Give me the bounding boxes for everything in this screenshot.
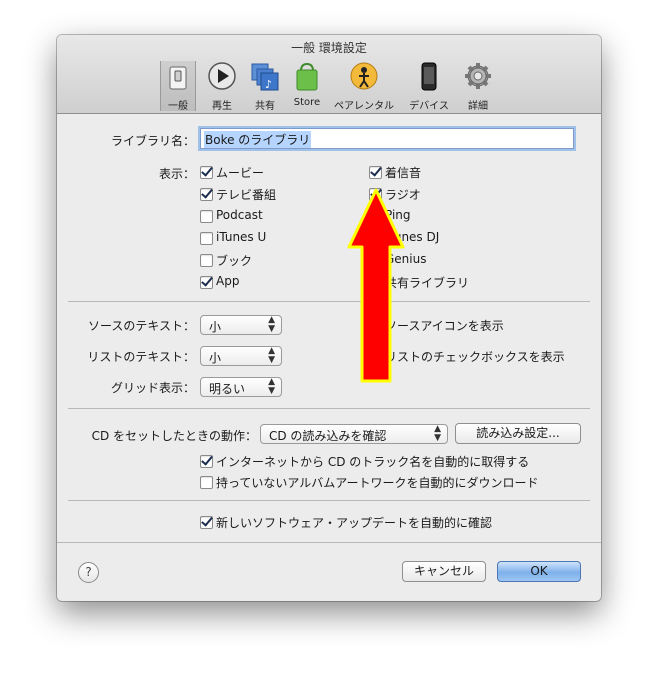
checkbox-download-artwork[interactable] [200,476,213,489]
list-text-popup[interactable]: 小 ▲ ▼ [200,346,282,366]
show-list-checkboxes-label: リストのチェックボックスを表示 [385,350,565,364]
checkbox-get-track-names[interactable] [200,455,213,468]
library-name-input[interactable]: Boke のライブラリ [200,128,574,149]
grid-view-popup[interactable]: 明るい ▲ ▼ [200,377,282,397]
checkbox-tv-shows[interactable] [200,188,213,201]
checkbox-movies[interactable] [200,166,213,179]
cd-insert-label: CD をセットしたときの動作： [91,429,257,443]
grid-view-label: グリッド表示： [110,381,195,395]
check-updates-label: 新しいソフトウェア・アップデートを自動的に確認 [216,516,493,530]
tab-devices[interactable]: デバイス [405,61,453,112]
checkbox-check-updates[interactable] [200,516,213,529]
tab-sharing[interactable]: ♪ 共有 [246,61,284,112]
show-label: 表示： [158,167,195,181]
checkbox-radio-label: ラジオ [385,188,421,202]
get-track-names-label: インターネットから CD のトラック名を自動的に取得する [216,455,530,469]
separator [68,301,590,302]
source-text-value: 小 [209,320,222,334]
device-icon [421,62,437,91]
parental-icon [350,62,378,90]
checkbox-ping[interactable] [369,210,382,223]
play-icon [208,62,236,90]
grid-view-value: 明るい [209,382,246,396]
tab-sharing-label: 共有 [255,101,275,112]
ok-button[interactable]: OK [497,561,581,582]
checkbox-shared-libraries-label: 共有ライブラリ [385,276,470,290]
checkbox-podcast-label: Podcast [216,208,263,222]
checkbox-tv-shows-label: テレビ番組 [216,188,277,202]
source-text-popup[interactable]: 小 ▲ ▼ [200,315,282,335]
checkbox-itunes-u[interactable] [200,232,213,245]
checkbox-podcast[interactable] [200,210,213,223]
cd-insert-popup[interactable]: CD の読み込みを確認 ▲ ▼ [260,424,448,444]
checkbox-apps[interactable] [200,276,213,289]
checkbox-radio[interactable] [369,188,382,201]
window-title: 一般 環境設定 [291,41,367,55]
help-button[interactable]: ? [78,562,99,583]
preferences-window: 一般 環境設定 一般 再生 ♪ 共有 Store ペアレンタル デバイス 詳細 … [57,35,601,601]
library-name-value: Boke のライブラリ [204,131,312,148]
checkbox-ringtones[interactable] [369,166,382,179]
updown-arrows-icon: ▲ ▼ [268,346,275,365]
checkbox-apps-label: App [216,274,240,288]
checkbox-itunes-dj[interactable] [369,232,382,245]
tab-general[interactable]: 一般 [160,61,196,112]
library-name-label: ライブラリ名： [110,134,195,148]
tab-devices-label: デバイス [409,101,449,112]
tab-store[interactable]: Store [288,61,326,111]
tab-playback-label: 再生 [212,101,232,112]
gear-icon [465,63,491,89]
separator [68,408,590,409]
cd-insert-value: CD の読み込みを確認 [269,429,387,443]
checkbox-movies-label: ムービー [216,166,265,180]
store-bag-icon [296,62,318,91]
checkbox-genius-label: Genius [385,252,427,266]
separator [68,500,590,501]
show-source-icons-label: ソースアイコンを表示 [385,319,504,333]
tab-parental-label: ペアレンタル [334,101,394,112]
source-text-label: ソースのテキスト： [87,319,195,333]
general-switch-icon [169,66,187,90]
tab-playback[interactable]: 再生 [203,61,241,112]
checkbox-ringtones-label: 着信音 [385,166,422,180]
updown-arrows-icon: ▲ ▼ [268,377,275,396]
svg-text:♪: ♪ [265,78,272,91]
updown-arrows-icon: ▲ ▼ [434,424,441,443]
checkbox-ping-label: Ping [385,208,411,222]
tab-advanced-label: 詳細 [468,101,488,112]
list-text-value: 小 [209,351,222,365]
download-artwork-label: 持っていないアルバムアートワークを自動的にダウンロード [216,476,539,490]
tab-advanced[interactable]: 詳細 [459,61,497,112]
tab-store-label: Store [293,97,321,108]
sharing-icon: ♪ [251,63,279,91]
list-text-label: リストのテキスト： [87,350,195,364]
checkbox-genius[interactable] [369,254,382,267]
checkbox-show-list-checkboxes[interactable] [369,350,382,363]
tab-parental[interactable]: ペアレンタル [329,61,399,112]
import-settings-button[interactable]: 読み込み設定... [455,423,581,444]
checkbox-itunes-u-label: iTunes U [216,230,267,244]
tab-general-label: 一般 [168,101,188,112]
checkbox-shared-libraries[interactable] [369,276,382,289]
checkbox-itunes-dj-label: iTunes DJ [385,230,440,244]
toolbar: 一般 環境設定 一般 再生 ♪ 共有 Store ペアレンタル デバイス 詳細 [57,35,601,114]
checkbox-books-label: ブック [216,254,253,268]
updown-arrows-icon: ▲ ▼ [268,315,275,334]
separator [57,542,601,543]
checkbox-show-source-icons[interactable] [369,319,382,332]
checkbox-books[interactable] [200,254,213,267]
cancel-button[interactable]: キャンセル [402,561,486,582]
